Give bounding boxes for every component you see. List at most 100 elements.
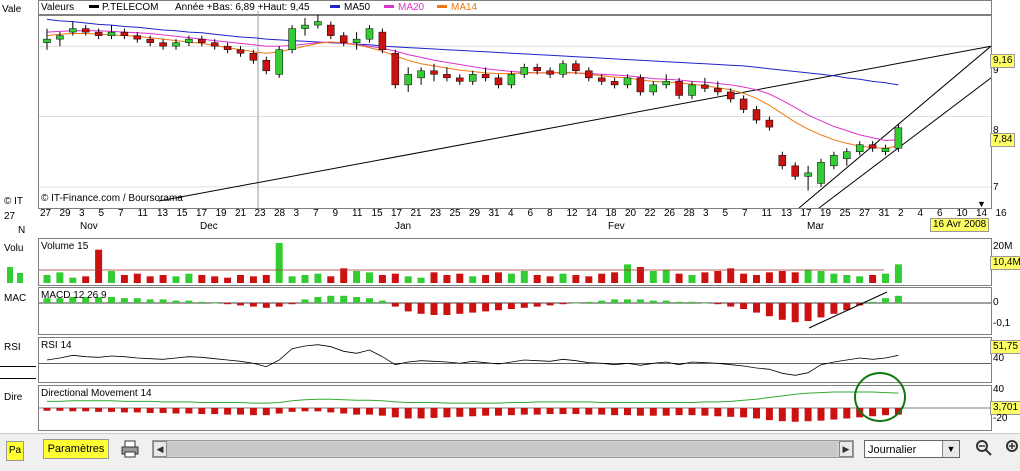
scroll-right-icon[interactable]: ▶	[839, 441, 853, 457]
macd-bar	[249, 303, 257, 307]
volume-bar	[894, 264, 902, 283]
date-axis: 27 29 3 5 7 11 13 15 17 19 21 23 28 3 7 9 11 15 17 21 23 25 29…	[38, 208, 1007, 234]
rsi-chart-svg	[39, 344, 991, 376]
dmi-bar	[778, 408, 786, 422]
macd-bar	[430, 303, 438, 315]
dmi-bar	[520, 408, 528, 415]
candle-body	[404, 74, 412, 86]
candle-body	[159, 42, 167, 47]
volume-bar	[327, 276, 335, 283]
ma20-swatch	[384, 5, 394, 8]
candle-body	[133, 35, 142, 40]
volume-bar	[520, 271, 528, 283]
date-tick-label: 9	[332, 208, 339, 219]
volume-bar	[56, 272, 64, 283]
date-tick-label: 17	[800, 208, 812, 219]
candle-body	[236, 49, 245, 54]
volume-bar	[649, 271, 657, 283]
price-tick-7: 7	[993, 182, 999, 193]
volume-bar	[624, 264, 631, 283]
volume-bar	[417, 277, 425, 283]
dmi-chart-svg	[39, 391, 991, 422]
candle-body	[610, 81, 619, 86]
parametres-button[interactable]: Paramètres	[43, 439, 109, 459]
candle-body	[456, 77, 464, 82]
volume-bar	[636, 267, 644, 283]
left-strip-rsi: RSI	[4, 342, 21, 353]
dmi-bar	[314, 408, 322, 412]
volume-bar	[598, 273, 606, 283]
period-select[interactable]: Journalier ▼	[864, 440, 960, 458]
price-chart-svg	[39, 11, 991, 208]
left-cut-button[interactable]: Pa	[6, 441, 24, 461]
volume-bar	[482, 275, 490, 283]
macd-bar	[765, 303, 773, 317]
candle-body	[81, 28, 90, 33]
date-tick-label: 2	[898, 208, 904, 219]
dmi-bar	[249, 408, 257, 416]
chevron-down-icon[interactable]: ▼	[942, 441, 959, 457]
macd-bar	[482, 303, 490, 312]
candle-body	[817, 162, 825, 184]
volume-bar	[869, 275, 877, 283]
date-tick-label: 4	[917, 208, 924, 219]
macd-label: MACD 12 26 9	[41, 290, 107, 301]
volume-bar	[714, 271, 722, 283]
volume-bar	[275, 243, 283, 283]
dmi-bar	[366, 408, 373, 415]
date-tick-label: 22	[644, 208, 656, 219]
macd-bar	[456, 303, 464, 314]
candle-body	[314, 21, 322, 26]
volume-bar	[366, 272, 373, 283]
print-icon[interactable]	[120, 439, 140, 459]
volume-bar	[159, 275, 167, 283]
left-strip-it: © IT	[4, 196, 24, 207]
volume-bar	[133, 273, 141, 283]
candle-body	[739, 98, 748, 110]
zoom-in-icon[interactable]	[1005, 439, 1020, 457]
volume-bar	[843, 275, 851, 283]
date-tick-label: 19	[820, 208, 832, 219]
header-symbol: P.TELECOM	[102, 2, 159, 13]
volume-bar	[804, 269, 812, 283]
macd-bar	[237, 303, 244, 306]
macd-bar	[224, 303, 232, 305]
ma14-label: MA14	[451, 2, 478, 13]
volume-bar	[817, 271, 825, 283]
macd-bar	[262, 303, 270, 308]
candle-body	[843, 151, 851, 160]
volume-bar	[688, 275, 696, 283]
symbol-swatch	[89, 5, 99, 8]
scrollbar-thumb[interactable]	[167, 442, 837, 456]
scroll-left-icon[interactable]: ◀	[153, 441, 167, 457]
volume-bar	[778, 271, 786, 283]
volume-bar	[120, 275, 128, 283]
candle-body	[430, 70, 438, 75]
volume-bar	[533, 275, 541, 283]
candle-body	[481, 74, 490, 79]
macd-bar	[120, 298, 128, 303]
volume-bar	[82, 276, 90, 283]
volume-bar	[611, 272, 619, 283]
dmi-bar	[108, 408, 115, 412]
dmi-bar	[417, 408, 425, 419]
volume-bar	[404, 276, 412, 283]
date-tick-label: 5	[98, 208, 105, 219]
macd-bar	[288, 303, 296, 305]
candle-body	[688, 84, 696, 96]
macd-tick-0: 0	[993, 297, 999, 308]
dmi-bar	[391, 408, 399, 418]
horizontal-scrollbar[interactable]: ◀ ▶	[152, 440, 854, 458]
candle-body	[868, 144, 877, 149]
zoom-out-icon[interactable]	[975, 439, 993, 457]
macd-bar	[391, 303, 399, 307]
dmi-bar	[701, 408, 709, 416]
candle-body	[327, 24, 335, 36]
dmi-bar	[443, 408, 451, 418]
dmi-bar	[830, 408, 838, 420]
volume-bar	[882, 273, 889, 283]
trendline-channel-upper	[798, 45, 991, 208]
volume-bar	[765, 272, 773, 283]
dmi-tick-neg20: -20	[993, 413, 1008, 424]
macd-bar	[172, 300, 180, 303]
